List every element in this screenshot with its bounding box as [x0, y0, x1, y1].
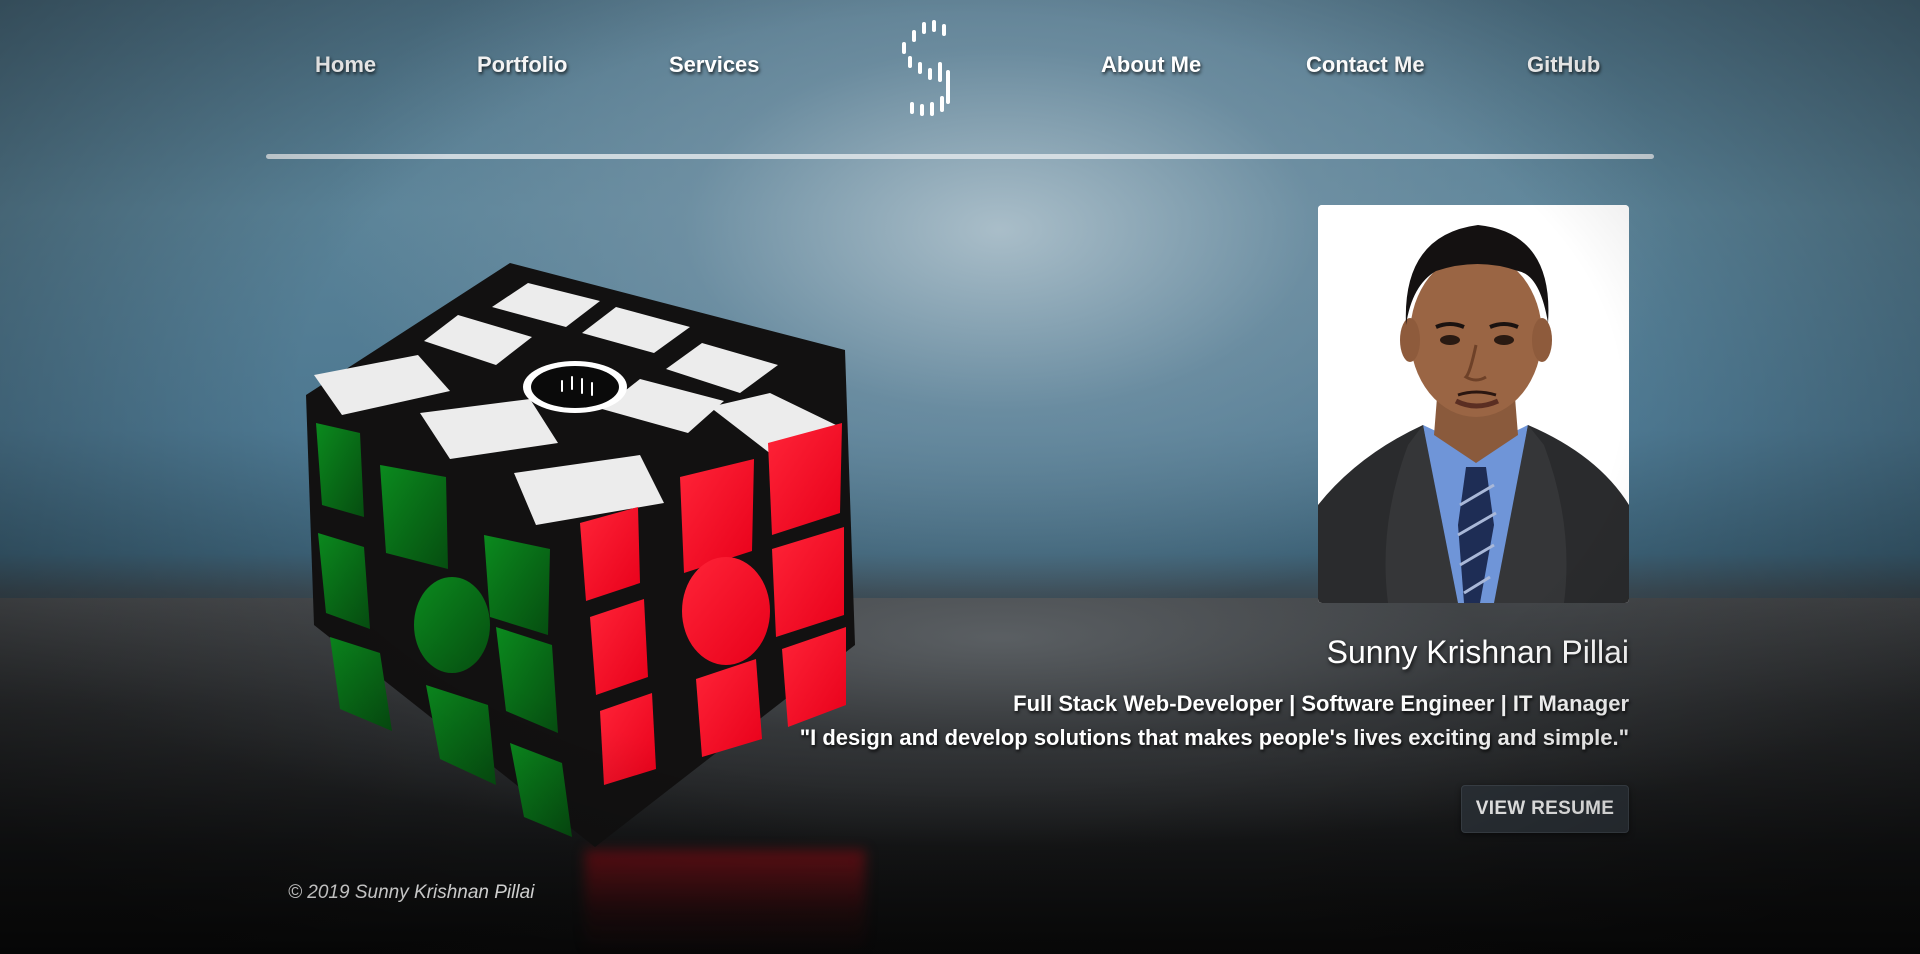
nav-link-github[interactable]: GitHub	[1527, 52, 1600, 78]
footer-copyright: © 2019 Sunny Krishnan Pillai	[288, 882, 535, 903]
nav-divider	[266, 154, 1654, 159]
profile-photo	[1318, 205, 1629, 603]
nav-link-home[interactable]: Home	[315, 52, 376, 78]
profile-name: Sunny Krishnan Pillai	[1326, 634, 1629, 670]
nav-link-about-me[interactable]: About Me	[1101, 52, 1201, 78]
cube-reflection	[585, 850, 865, 954]
main-navigation: Home Portfolio Services About Me Contact…	[0, 0, 1920, 160]
nav-link-services[interactable]: Services	[669, 52, 760, 78]
dashed-s-logo-icon[interactable]	[896, 18, 960, 122]
view-resume-button[interactable]: VIEW RESUME	[1461, 785, 1629, 833]
nav-link-portfolio[interactable]: Portfolio	[477, 52, 567, 78]
nav-link-contact-me[interactable]: Contact Me	[1306, 52, 1425, 78]
rubiks-cube-photo	[306, 263, 855, 847]
profile-quote: "I design and develop solutions that mak…	[799, 725, 1629, 750]
profile-job-titles: Full Stack Web-Developer | Software Engi…	[1013, 691, 1629, 716]
